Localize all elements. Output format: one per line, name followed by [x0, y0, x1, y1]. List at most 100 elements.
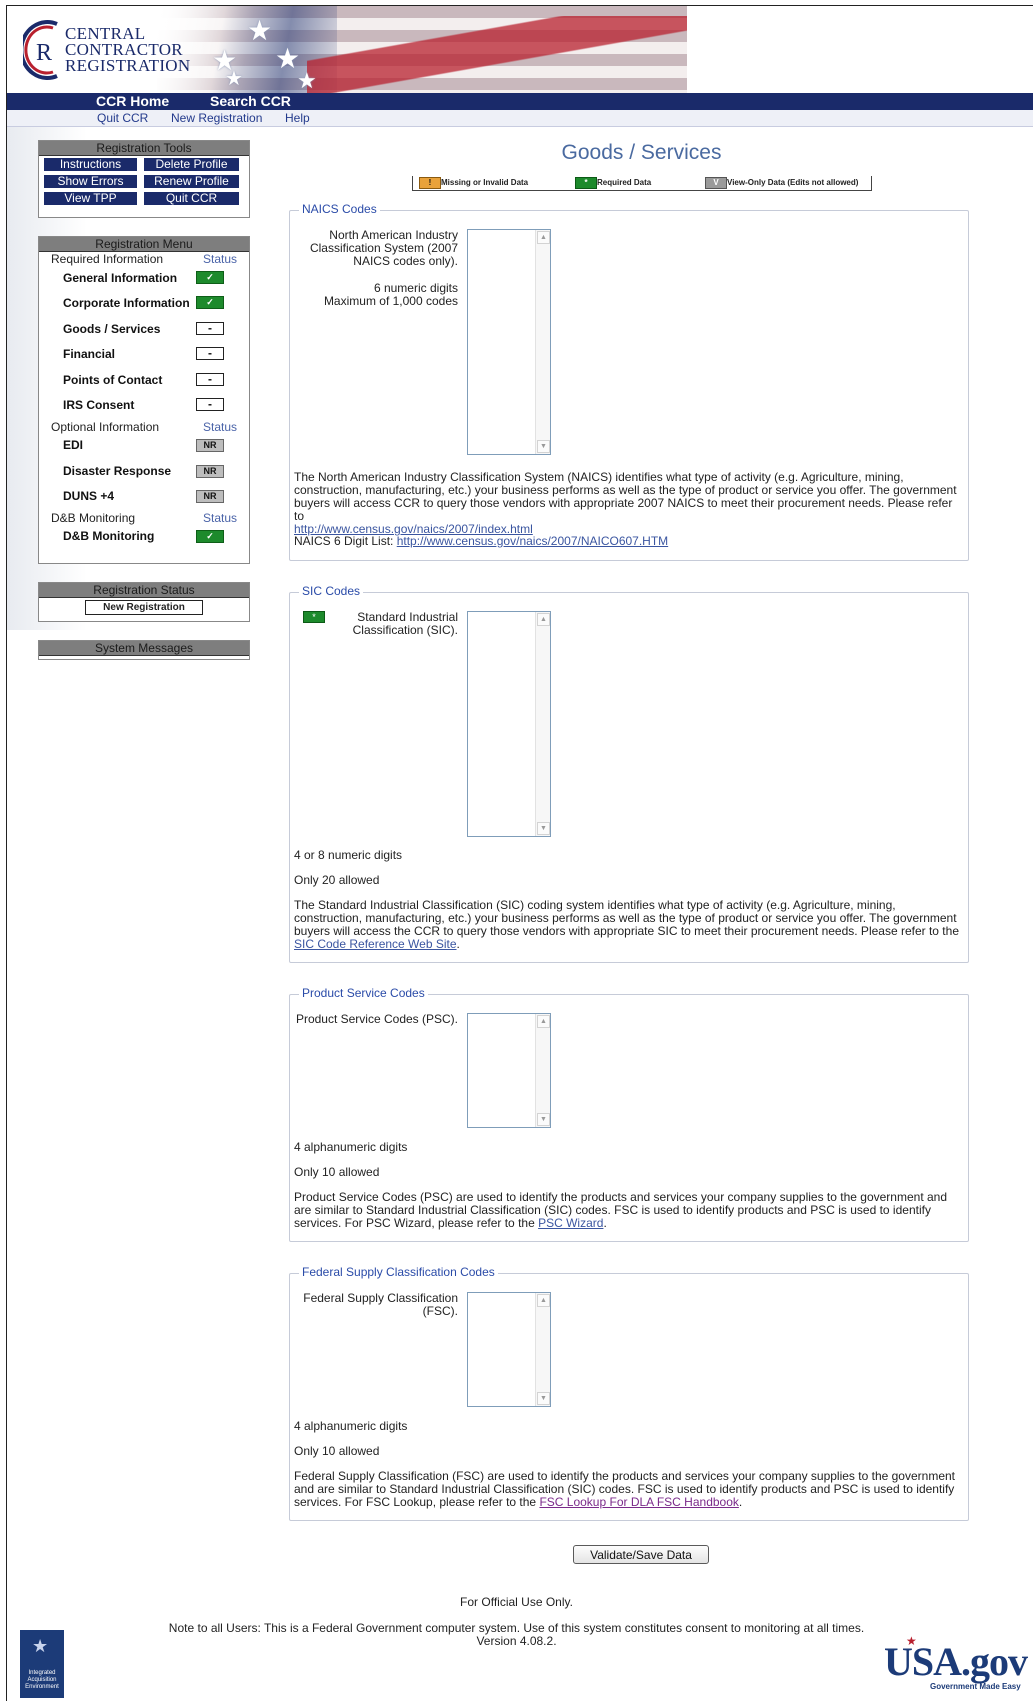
optional-information-heading: Optional Information: [51, 420, 160, 434]
menu-item-goods-services[interactable]: Goods / Services: [63, 322, 160, 336]
incomplete-status-icon: -: [196, 322, 224, 335]
psc-section: Product Service Codes Product Service Co…: [289, 986, 969, 1242]
scroll-down-icon[interactable]: ▼: [537, 1392, 550, 1405]
incomplete-status-icon: -: [196, 398, 224, 411]
usa-gov-tagline: Government Made Easy: [930, 1682, 1021, 1691]
naics-description: The North American Industry Classificati…: [294, 471, 964, 536]
menu-item-irs-consent[interactable]: IRS Consent: [63, 398, 134, 412]
required-information-heading: Required Information: [51, 252, 164, 266]
instructions-button[interactable]: Instructions: [44, 158, 137, 171]
star-icon: ★: [225, 68, 243, 90]
sub-nav: Quit CCR New Registration Help: [7, 110, 1033, 127]
iae-logo-icon: ★ Integrated Acquisition Environment: [20, 1630, 64, 1698]
quit-ccr-button[interactable]: Quit CCR: [144, 192, 239, 205]
version-text: Version 4.08.2.: [476, 1634, 557, 1648]
registration-status-title: Registration Status: [39, 583, 249, 598]
dnb-monitoring-heading: D&B Monitoring: [51, 511, 136, 525]
scroll-down-icon[interactable]: ▼: [537, 822, 550, 835]
legend-view-only-data: View-Only Data (Edits not allowed): [727, 178, 859, 187]
sic-description: The Standard Industrial Classification (…: [294, 898, 959, 951]
naics-hint-max: Maximum of 1,000 codes: [323, 294, 458, 308]
registration-menu-title: Registration Menu: [39, 237, 249, 252]
fsc-section: Federal Supply Classification Codes Fede…: [289, 1265, 969, 1521]
show-errors-button[interactable]: Show Errors: [44, 175, 137, 188]
view-tpp-button[interactable]: View TPP: [44, 192, 137, 205]
fsc-lookup-link[interactable]: FSC Lookup For DLA FSC Handbook: [539, 1495, 738, 1509]
status-heading: Status: [203, 252, 238, 266]
subnav-quit-ccr[interactable]: Quit CCR: [97, 111, 148, 125]
psc-codes-listbox[interactable]: ▲ ▼: [467, 1013, 551, 1128]
sic-reference-link[interactable]: SIC Code Reference Web Site: [294, 937, 457, 951]
psc-wizard-link[interactable]: PSC Wizard: [538, 1216, 603, 1230]
validate-save-button[interactable]: Validate/Save Data: [573, 1545, 709, 1564]
site-header: ★ ★ ★ ★ ★ R CENTRAL CONTRACTOR REGISTRAT…: [7, 6, 1033, 93]
not-required-badge: NR: [196, 439, 224, 452]
psc-hint-digits: 4 alphanumeric digits: [294, 1140, 408, 1154]
psc-section-title: Product Service Codes: [299, 986, 428, 1000]
menu-item-edi[interactable]: EDI: [63, 438, 83, 452]
page-title: Goods / Services: [561, 141, 722, 164]
registration-menu-panel: Registration Menu Required Information S…: [38, 236, 250, 564]
nav-ccr-home[interactable]: CCR Home: [96, 93, 169, 110]
scroll-up-icon[interactable]: ▲: [537, 613, 550, 626]
fsc-label: Federal Supply Classification (FSC).: [303, 1291, 458, 1318]
fsc-codes-listbox[interactable]: ▲ ▼: [467, 1292, 551, 1407]
menu-item-duns-plus-4[interactable]: DUNS +4: [63, 489, 114, 503]
scrollbar[interactable]: ▲ ▼: [535, 230, 550, 454]
fsc-description: Federal Supply Classification (FSC) are …: [294, 1469, 955, 1509]
scroll-up-icon[interactable]: ▲: [537, 231, 550, 244]
scrollbar[interactable]: ▲ ▼: [535, 1014, 550, 1127]
menu-item-dnb-monitoring[interactable]: D&B Monitoring: [63, 529, 154, 543]
subnav-new-registration[interactable]: New Registration: [171, 111, 262, 125]
sic-hint-allowed: Only 20 allowed: [294, 873, 380, 887]
complete-check-icon: ✓: [196, 296, 224, 309]
fsc-hint-allowed: Only 10 allowed: [294, 1444, 380, 1458]
registration-status-panel: Registration Status New Registration: [38, 582, 250, 622]
incomplete-status-icon: -: [196, 347, 224, 360]
naics-description-text: The North American Industry Classificati…: [294, 470, 957, 523]
sic-description-text: The Standard Industrial Classification (…: [294, 898, 959, 938]
naics-list-link[interactable]: http://www.census.gov/naics/2007/NAICO60…: [397, 534, 668, 548]
sic-codes-listbox[interactable]: ▲ ▼: [467, 611, 551, 837]
renew-profile-button[interactable]: Renew Profile: [144, 175, 239, 188]
svg-text:R: R: [36, 40, 52, 66]
usa-gov-logo: USA.gov Government Made Easy ★: [880, 1634, 1030, 1698]
not-required-badge: NR: [196, 490, 224, 503]
legend-missing-data: Missing or Invalid Data: [441, 178, 529, 187]
data-legend: ! Missing or Invalid Data * Required Dat…: [412, 176, 872, 191]
scrollbar[interactable]: ▲ ▼: [535, 1293, 550, 1406]
required-icon: *: [575, 177, 597, 189]
scroll-up-icon[interactable]: ▲: [537, 1294, 550, 1307]
menu-item-general-information[interactable]: General Information: [63, 271, 177, 285]
naics-section: NAICS Codes North American Industry Clas…: [289, 202, 969, 561]
complete-check-icon: ✓: [196, 530, 224, 543]
naics-label: North American Industry Classification S…: [309, 228, 458, 268]
menu-item-corporate-information[interactable]: Corporate Information: [63, 296, 190, 310]
menu-item-financial[interactable]: Financial: [63, 347, 115, 361]
naics-section-title: NAICS Codes: [299, 202, 380, 216]
ccr-logo-text: CENTRAL CONTRACTOR REGISTRATION: [65, 25, 191, 75]
sic-hint-digits: 4 or 8 numeric digits: [294, 848, 403, 862]
main-nav: CCR Home Search CCR: [7, 93, 1033, 110]
nav-search-ccr[interactable]: Search CCR: [210, 93, 291, 110]
scrollbar[interactable]: ▲ ▼: [535, 612, 550, 836]
menu-item-disaster-response[interactable]: Disaster Response: [63, 464, 171, 478]
ccr-logo-icon: R: [23, 20, 58, 80]
psc-description: Product Service Codes (PSC) are used to …: [294, 1190, 948, 1230]
logo-line: REGISTRATION: [65, 56, 191, 75]
psc-hint-allowed: Only 10 allowed: [294, 1165, 380, 1179]
menu-item-points-of-contact[interactable]: Points of Contact: [63, 373, 162, 387]
scroll-up-icon[interactable]: ▲: [537, 1015, 550, 1028]
star-icon: ★: [247, 15, 273, 46]
naics-codes-listbox[interactable]: ▲ ▼: [467, 229, 551, 455]
naics-list-label: NAICS 6 Digit List:: [294, 534, 394, 548]
official-use-notice: For Official Use Only.: [460, 1595, 573, 1609]
delete-profile-button[interactable]: Delete Profile: [144, 158, 239, 171]
registration-status-value: New Registration: [85, 600, 203, 615]
registration-tools-panel: Registration Tools Instructions Delete P…: [38, 140, 250, 218]
incomplete-status-icon: -: [196, 373, 224, 386]
star-icon: ★: [906, 1634, 917, 1648]
subnav-help[interactable]: Help: [285, 111, 310, 125]
scroll-down-icon[interactable]: ▼: [537, 1113, 550, 1126]
scroll-down-icon[interactable]: ▼: [537, 440, 550, 453]
